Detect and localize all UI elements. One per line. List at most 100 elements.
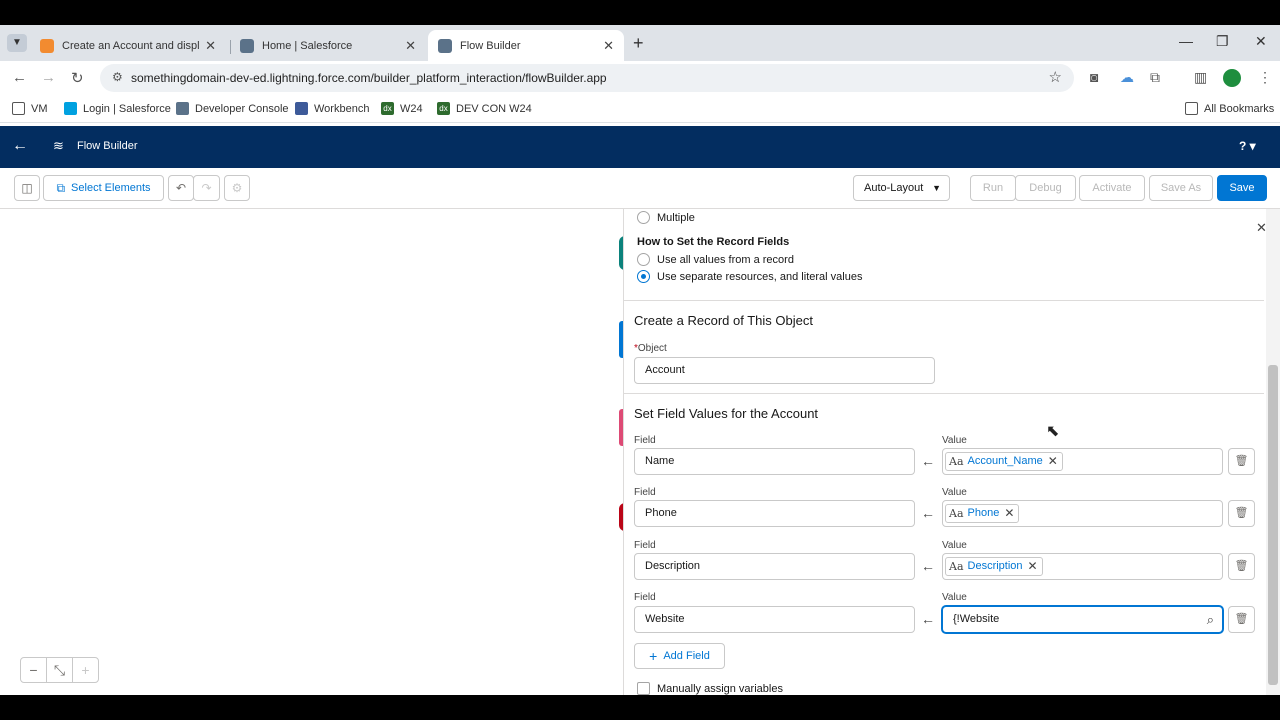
- forward-icon[interactable]: →: [41, 69, 56, 86]
- zoom-out-button[interactable]: −: [21, 658, 47, 682]
- manually-assign-checkbox[interactable]: [637, 682, 650, 695]
- minimize-icon[interactable]: —: [1179, 33, 1193, 49]
- close-tab-icon[interactable]: ✕: [405, 38, 416, 54]
- help-menu[interactable]: ? ▾: [1239, 139, 1256, 153]
- flow-builder-header: ← ≋ Flow Builder ? ▾: [0, 126, 1280, 168]
- add-field-button[interactable]: + Add Field: [634, 643, 725, 669]
- select-elements-button[interactable]: ⧉ Select Elements: [43, 175, 164, 201]
- delete-row-button[interactable]: 🗑: [1228, 500, 1255, 527]
- value-label: Value: [942, 592, 967, 603]
- workbench-cube-icon: [295, 102, 308, 115]
- url-text[interactable]: somethingdomain-dev-ed.lightning.force.c…: [131, 71, 607, 85]
- extensions-puzzle-icon[interactable]: ⧉: [1150, 69, 1160, 86]
- settings-button[interactable]: ⚙: [224, 175, 250, 201]
- remove-pill-icon[interactable]: ✕: [1048, 449, 1058, 474]
- panel-scrollbar[interactable]: [1266, 209, 1280, 695]
- value-input-phone[interactable]: Aa Phone ✕: [942, 500, 1223, 527]
- resource-pill[interactable]: Aa Account_Name ✕: [945, 452, 1063, 471]
- trash-icon: 🗑: [1234, 613, 1249, 625]
- all-bookmarks[interactable]: All Bookmarks: [1185, 102, 1274, 115]
- redo-button[interactable]: ↷: [193, 175, 220, 201]
- scrollbar-thumb[interactable]: [1268, 365, 1278, 685]
- flow-canvas[interactable]: [0, 209, 622, 695]
- folder-icon: [12, 102, 25, 115]
- value-input-website[interactable]: {!Website ⌕: [942, 606, 1223, 633]
- redo-icon: ↷: [201, 181, 212, 195]
- bookmark-login-salesforce[interactable]: Login | Salesforce: [64, 102, 171, 115]
- object-label-text: Object: [637, 343, 667, 354]
- bookmark-label: DEV CON W24: [456, 102, 532, 115]
- bookmark-dev-con-w24[interactable]: dx DEV CON W24: [437, 102, 532, 115]
- delete-row-button[interactable]: 🗑: [1228, 448, 1255, 475]
- close-tab-icon[interactable]: ✕: [603, 38, 614, 54]
- resource-pill[interactable]: Aa Phone ✕: [945, 501, 1020, 526]
- help-icon: ?: [1239, 139, 1247, 153]
- back-icon[interactable]: ←: [12, 69, 27, 86]
- browser-menu-icon[interactable]: ⋮: [1258, 69, 1272, 86]
- zoom-in-button[interactable]: +: [73, 658, 98, 682]
- toggle-sidebar-button[interactable]: ◫: [14, 175, 40, 201]
- layout-select-value: Auto-Layout: [864, 182, 924, 194]
- delete-row-button[interactable]: 🗑: [1228, 553, 1255, 580]
- close-window-icon[interactable]: ✕: [1255, 33, 1267, 50]
- pill-label: Description: [967, 560, 1023, 572]
- field-input-phone[interactable]: Phone: [634, 500, 915, 527]
- fit-view-icon[interactable]: ⤡: [47, 658, 73, 682]
- save-as-button[interactable]: Save As: [1149, 175, 1213, 201]
- resource-pill[interactable]: Aa Description ✕: [945, 557, 1043, 576]
- remove-pill-icon[interactable]: ✕: [1004, 501, 1014, 526]
- value-label: Value: [942, 487, 967, 498]
- run-button[interactable]: Run: [970, 175, 1016, 201]
- manually-assign-label: Manually assign variables: [657, 683, 783, 695]
- bookmark-developer-console[interactable]: Developer Console: [176, 102, 289, 115]
- camera-icon[interactable]: ◙: [1090, 69, 1098, 85]
- reload-icon[interactable]: ↻: [71, 69, 84, 87]
- delete-row-button[interactable]: 🗑: [1228, 606, 1255, 633]
- site-info-icon[interactable]: ⚙: [112, 70, 123, 84]
- profile-avatar[interactable]: [1223, 69, 1241, 87]
- bookmark-w24[interactable]: dx W24: [381, 102, 423, 115]
- address-bar[interactable]: ⚙ somethingdomain-dev-ed.lightning.force…: [100, 64, 1074, 92]
- trash-icon: 🗑: [1234, 560, 1249, 572]
- close-tab-icon[interactable]: ✕: [205, 38, 216, 54]
- debug-button[interactable]: Debug: [1015, 175, 1076, 201]
- bookmark-workbench[interactable]: Workbench: [295, 102, 369, 115]
- browser-tab-home-salesforce[interactable]: Home | Salesforce ✕: [230, 30, 426, 61]
- blogger-favicon-icon: [40, 38, 54, 53]
- salesforce-favicon-icon: [240, 38, 254, 53]
- radio-separate-resources-label: Use separate resources, and literal valu…: [657, 271, 863, 283]
- extension-cloud-icon[interactable]: ☁: [1120, 69, 1134, 86]
- field-input-website[interactable]: Website: [634, 606, 915, 633]
- chevron-down-icon: ▼: [932, 183, 941, 193]
- restore-icon[interactable]: ❐: [1216, 33, 1229, 50]
- activate-label: Activate: [1092, 182, 1132, 194]
- salesforce-cloud-icon: [64, 102, 77, 115]
- browser-toolbar: ← → ↻ ⚙ somethingdomain-dev-ed.lightning…: [0, 61, 1280, 95]
- save-button[interactable]: Save: [1217, 175, 1267, 201]
- undo-button[interactable]: ↶: [168, 175, 194, 201]
- value-input-name[interactable]: Aa Account_Name ✕: [942, 448, 1223, 475]
- object-input[interactable]: Account: [634, 357, 935, 384]
- radio-separate-resources[interactable]: [637, 270, 650, 283]
- browser-tab-flow-builder[interactable]: Flow Builder ✕: [428, 30, 624, 61]
- tab-search-chevron-icon[interactable]: ▼: [7, 34, 27, 52]
- browser-tab-create-account[interactable]: Create an Account and display ✕: [30, 30, 226, 61]
- dx-icon: dx: [381, 102, 394, 115]
- arrow-left-icon: ←: [921, 558, 935, 574]
- back-arrow-icon[interactable]: ←: [12, 137, 28, 155]
- value-label: Value: [942, 435, 967, 446]
- bookmark-star-icon[interactable]: ☆: [1049, 68, 1062, 86]
- radio-all-values[interactable]: [637, 253, 650, 266]
- value-input-description[interactable]: Aa Description ✕: [942, 553, 1223, 580]
- activate-button[interactable]: Activate: [1079, 175, 1145, 201]
- field-input-description[interactable]: Description: [634, 553, 915, 580]
- layout-select[interactable]: Auto-Layout ▼: [853, 175, 950, 201]
- radio-multiple[interactable]: [637, 211, 650, 224]
- bookmark-vm[interactable]: VM: [12, 102, 48, 115]
- builder-toolbar: ◫ ⧉ Select Elements ↶ ↷ ⚙ Auto-Layout ▼ …: [0, 168, 1280, 209]
- side-panel-icon[interactable]: ▥: [1194, 69, 1207, 86]
- remove-pill-icon[interactable]: ✕: [1028, 554, 1038, 579]
- field-input-name[interactable]: Name: [634, 448, 915, 475]
- new-tab-icon[interactable]: +: [633, 33, 644, 54]
- bookmark-label: All Bookmarks: [1204, 102, 1275, 115]
